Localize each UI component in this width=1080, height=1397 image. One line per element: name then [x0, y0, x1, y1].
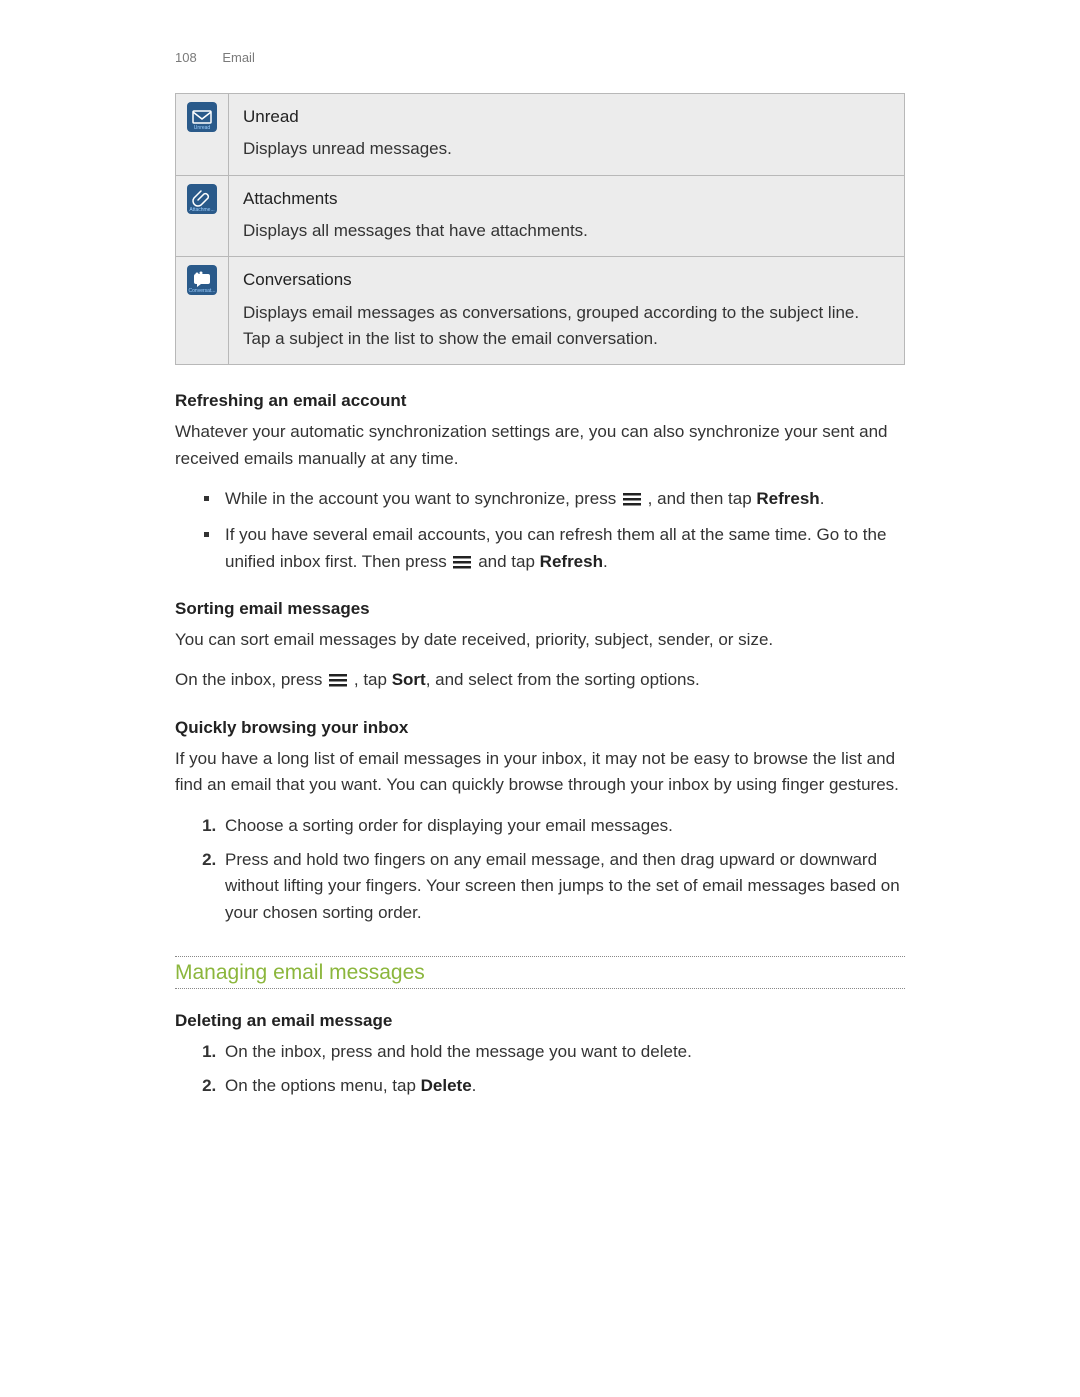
view-desc: Displays all messages that have attachme… [243, 218, 890, 244]
view-desc: Displays email messages as conversations… [243, 300, 890, 353]
sorting-line: On the inbox, press , tap Sort, and sele… [175, 667, 905, 695]
list-item: While in the account you want to synchro… [221, 486, 905, 514]
table-row: Attachme... Attachments Displays all mes… [176, 175, 905, 257]
desc-cell: Conversations Displays email messages as… [229, 257, 905, 365]
view-types-table: Unread Unread Displays unread messages. … [175, 93, 905, 365]
menu-icon [623, 488, 641, 514]
refresh-heading: Refreshing an email account [175, 391, 905, 411]
bold-word: Delete [421, 1076, 472, 1095]
text: , and then tap [648, 489, 757, 508]
bold-word: Sort [392, 670, 426, 689]
text: , and select from the sorting options. [426, 670, 700, 689]
text: , tap [354, 670, 392, 689]
text: While in the account you want to synchro… [225, 489, 621, 508]
bold-word: Refresh [540, 552, 603, 571]
text: . [472, 1076, 477, 1095]
speech-bubble-icon: Conversat... [187, 265, 217, 295]
text: On the inbox, press [175, 670, 327, 689]
menu-icon [453, 551, 471, 577]
manual-page: 108 Email Unread Unread Displays unread … [0, 0, 1080, 1397]
text: . [820, 489, 825, 508]
desc-cell: Attachments Displays all messages that h… [229, 175, 905, 257]
text: On the options menu, tap [225, 1076, 421, 1095]
view-desc: Displays unread messages. [243, 136, 890, 162]
managing-section-title: Managing email messages [175, 956, 905, 989]
envelope-icon: Unread [187, 102, 217, 132]
icon-cell: Conversat... [176, 257, 229, 365]
deleting-heading: Deleting an email message [175, 1011, 905, 1031]
icon-caption: Attachme... [187, 207, 217, 213]
view-title: Unread [243, 104, 890, 130]
icon-cell: Unread [176, 94, 229, 176]
menu-icon [329, 669, 347, 695]
running-header: 108 Email [175, 50, 905, 65]
icon-caption: Conversat... [187, 288, 217, 294]
list-item: Choose a sorting order for displaying yo… [221, 813, 905, 839]
table-row: Unread Unread Displays unread messages. [176, 94, 905, 176]
refresh-bullets: While in the account you want to synchro… [175, 486, 905, 577]
page-number: 108 [175, 50, 197, 65]
sorting-heading: Sorting email messages [175, 599, 905, 619]
paperclip-icon: Attachme... [187, 184, 217, 214]
list-item: On the inbox, press and hold the message… [221, 1039, 905, 1065]
icon-cell: Attachme... [176, 175, 229, 257]
view-title: Conversations [243, 267, 890, 293]
bold-word: Refresh [756, 489, 819, 508]
refresh-intro: Whatever your automatic synchronization … [175, 419, 905, 472]
browsing-intro: If you have a long list of email message… [175, 746, 905, 799]
browsing-steps: Choose a sorting order for displaying yo… [175, 813, 905, 926]
icon-caption: Unread [187, 125, 217, 131]
list-item: Press and hold two fingers on any email … [221, 847, 905, 926]
list-item: On the options menu, tap Delete. [221, 1073, 905, 1099]
table-row: Conversat... Conversations Displays emai… [176, 257, 905, 365]
text: . [603, 552, 608, 571]
browsing-heading: Quickly browsing your inbox [175, 718, 905, 738]
header-section: Email [222, 50, 255, 65]
list-item: If you have several email accounts, you … [221, 522, 905, 577]
sorting-intro: You can sort email messages by date rece… [175, 627, 905, 653]
deleting-steps: On the inbox, press and hold the message… [175, 1039, 905, 1100]
text: and tap [478, 552, 539, 571]
desc-cell: Unread Displays unread messages. [229, 94, 905, 176]
view-title: Attachments [243, 186, 890, 212]
